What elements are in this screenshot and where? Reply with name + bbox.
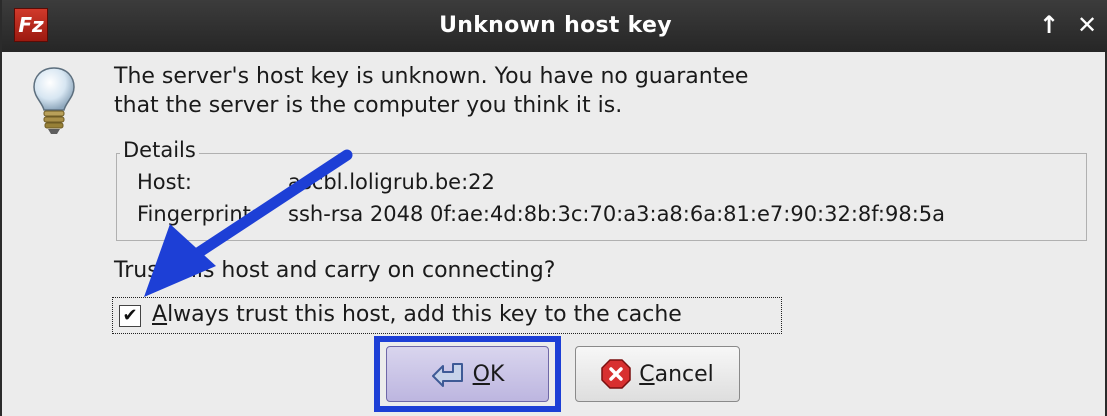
- dialog-window: Fz Unknown host key ↑ ✕ The server's hos…: [0, 0, 1107, 416]
- lightbulb-icon: [33, 67, 75, 134]
- warning-line-1: The server's host key is unknown. You ha…: [114, 64, 749, 89]
- always-trust-accel: A: [152, 302, 168, 327]
- always-trust-text: lways trust this host, add this key to t…: [167, 302, 682, 327]
- trust-question: Trust this host and carry on connecting?: [114, 258, 556, 283]
- ok-accel: O: [472, 361, 490, 387]
- cancel-button[interactable]: Cancel: [575, 346, 740, 402]
- title-bar[interactable]: Fz Unknown host key ↑ ✕: [2, 0, 1107, 52]
- always-trust-label[interactable]: Always trust this host, add this key to …: [152, 300, 682, 330]
- warning-message: The server's host key is unknown. You ha…: [114, 62, 1014, 120]
- warning-line-2: that the server is the computer you thin…: [114, 93, 623, 118]
- close-button[interactable]: ✕: [1072, 10, 1102, 40]
- fingerprint-value: ssh-rsa 2048 0f:ae:4d:8b:3c:70:a3:a8:6a:…: [288, 202, 946, 226]
- details-legend: Details: [120, 137, 199, 163]
- ok-button[interactable]: OK: [386, 346, 549, 402]
- host-label: Host:: [137, 170, 192, 194]
- cancel-accel: C: [639, 361, 655, 387]
- always-trust-checkbox[interactable]: ✔: [119, 305, 141, 327]
- cancel-text: ancel: [654, 361, 714, 387]
- window-title: Unknown host key: [439, 13, 672, 38]
- cancel-x-icon: [601, 359, 631, 389]
- ok-text: K: [489, 361, 505, 387]
- maximize-button[interactable]: ↑: [1034, 10, 1064, 40]
- host-value: ascbl.loligrub.be:22: [288, 170, 495, 194]
- fingerprint-label: Fingerprint:: [137, 202, 258, 226]
- return-arrow-icon: [431, 363, 463, 387]
